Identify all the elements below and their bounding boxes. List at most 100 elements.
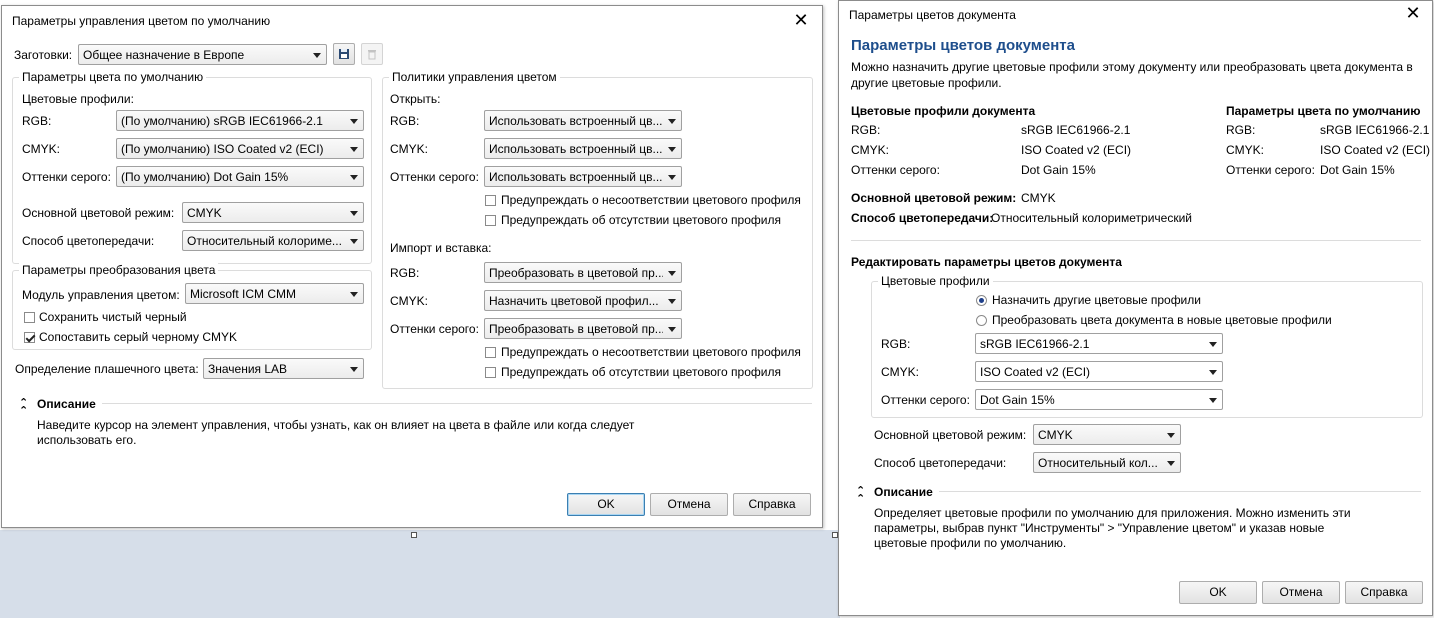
cmyk-profile-select[interactable]: (По умолчанию) ISO Coated v2 (ECI) [116, 138, 364, 159]
page-heading: Параметры цветов документа [851, 37, 1075, 54]
edit-cmyk-label: CMYK: [881, 365, 920, 379]
open-warn-missing-checkbox[interactable] [485, 215, 496, 226]
divider [939, 491, 1421, 492]
open-rgb-policy-select[interactable]: Использовать встроенный цв... [484, 110, 682, 131]
default-cmyk-value: ISO Coated v2 (ECI) [1320, 143, 1431, 157]
default-gray-label: Оттенки серого: [1226, 163, 1315, 177]
description-title: Описание [874, 485, 933, 499]
ok-button[interactable]: OK [567, 493, 645, 516]
open-gray-label: Оттенки серого: [390, 170, 479, 184]
default-params-title: Параметры цвета по умолчанию [1226, 104, 1421, 118]
delete-preset-button[interactable] [361, 43, 383, 65]
save-icon [339, 49, 349, 59]
chevron-down-icon [668, 327, 676, 332]
assign-profiles-radio[interactable] [976, 295, 987, 306]
description-text-line2: использовать его. [37, 433, 137, 447]
open-warn-mismatch-checkbox[interactable] [485, 195, 496, 206]
import-warn-mismatch-label: Предупреждать о несоответствии цветового… [501, 345, 801, 359]
background-workspace [0, 530, 840, 618]
main-color-mode-label: Основной цветовой режим: [22, 206, 175, 220]
import-warn-missing-label: Предупреждать об отсутствии цветового пр… [501, 365, 781, 379]
import-gray-policy-select[interactable]: Преобразовать в цветовой пр... [484, 318, 682, 339]
edit-cmyk-select[interactable]: ISO Coated v2 (ECI) [975, 361, 1223, 382]
open-cmyk-policy-value: Использовать встроенный цв... [489, 142, 663, 156]
chevron-down-icon [313, 53, 321, 58]
spot-color-select[interactable]: Значения LAB [203, 358, 364, 379]
description-text-line1: Определяет цветовые профили по умолчанию… [874, 506, 1351, 520]
edit-gray-value: Dot Gain 15% [980, 393, 1055, 407]
edit-rgb-label: RGB: [881, 337, 911, 351]
chevron-down-icon [350, 147, 358, 152]
import-rgb-policy-value: Преобразовать в цветовой пр... [489, 266, 663, 280]
chevron-down-icon [668, 271, 676, 276]
collapse-icon[interactable]: ⌃ ⌃ [19, 398, 28, 417]
rendering-intent-label: Способ цветопередачи: [851, 211, 994, 225]
chevron-down-icon [1209, 342, 1217, 347]
cmm-select[interactable]: Microsoft ICM CMM [185, 283, 364, 304]
grayscale-label: Оттенки серого: [22, 170, 111, 184]
close-icon[interactable]: ✕ [1402, 3, 1424, 25]
convert-profiles-radio[interactable] [976, 315, 987, 326]
doc-gray-value: Dot Gain 15% [1021, 163, 1096, 177]
cmyk-label: CMYK: [22, 142, 61, 156]
open-rgb-policy-value: Использовать встроенный цв... [489, 114, 663, 128]
chevron-down-icon [668, 119, 676, 124]
keep-pure-black-checkbox[interactable] [24, 312, 35, 323]
import-rgb-policy-select[interactable]: Преобразовать в цветовой пр... [484, 262, 682, 283]
cmyk-profile-value: (По умолчанию) ISO Coated v2 (ECI) [121, 142, 324, 156]
import-warn-missing-checkbox[interactable] [485, 367, 496, 378]
assign-profiles-label: Назначить другие цветовые профили [992, 293, 1201, 307]
cancel-button[interactable]: Отмена [650, 493, 728, 516]
cancel-button[interactable]: Отмена [1262, 581, 1340, 604]
cmm-value: Microsoft ICM CMM [190, 287, 296, 301]
divider [851, 240, 1421, 241]
intro-text-line2: другие цветовые профили. [851, 76, 1002, 90]
doc-gray-label: Оттенки серого: [851, 163, 940, 177]
ok-button[interactable]: OK [1179, 581, 1257, 604]
default-rgb-label: RGB: [1226, 123, 1256, 137]
rgb-profile-value: (По умолчанию) sRGB IEC61966-2.1 [121, 114, 323, 128]
edit-intent-select[interactable]: Относительный кол... [1033, 452, 1181, 473]
open-cmyk-policy-select[interactable]: Использовать встроенный цв... [484, 138, 682, 159]
chevron-down-icon [350, 119, 358, 124]
collapse-icon[interactable]: ⌃ ⌃ [856, 486, 865, 505]
edit-gray-select[interactable]: Dot Gain 15% [975, 389, 1223, 410]
chevron-down-icon [668, 175, 676, 180]
preset-label: Заготовки: [14, 48, 73, 62]
default-rgb-value: sRGB IEC61966-2.1 [1320, 123, 1430, 137]
open-label: Открыть: [390, 92, 441, 106]
dialog-title: Параметры цветов документа [849, 8, 1016, 22]
import-cmyk-label: CMYK: [390, 294, 429, 308]
default-cmyk-label: CMYK: [1226, 143, 1265, 157]
save-preset-button[interactable] [333, 43, 355, 65]
description-text-line1: Наведите курсор на элемент управления, ч… [37, 418, 635, 432]
rendering-intent-select[interactable]: Относительный колориме... [182, 230, 364, 251]
doc-rgb-value: sRGB IEC61966-2.1 [1021, 123, 1131, 137]
grayscale-profile-select[interactable]: (По умолчанию) Dot Gain 15% [116, 166, 364, 187]
main-color-mode-select[interactable]: CMYK [182, 202, 364, 223]
map-gray-to-black-checkbox[interactable] [24, 332, 35, 343]
doc-rgb-label: RGB: [851, 123, 881, 137]
resize-handle[interactable] [411, 532, 417, 538]
edit-rgb-value: sRGB IEC61966-2.1 [980, 337, 1090, 351]
close-icon[interactable]: ✕ [790, 10, 812, 32]
edit-rgb-select[interactable]: sRGB IEC61966-2.1 [975, 333, 1223, 354]
preset-value: Общее назначение в Европе [83, 48, 245, 62]
group-title: Цветовые профили [878, 274, 993, 288]
map-gray-to-black-label: Сопоставить серый черному CMYK [39, 330, 238, 344]
help-button[interactable]: Справка [733, 493, 811, 516]
import-warn-mismatch-checkbox[interactable] [485, 347, 496, 358]
edit-mode-select[interactable]: CMYK [1033, 424, 1181, 445]
import-cmyk-policy-select[interactable]: Назначить цветовой профил... [484, 290, 682, 311]
chevron-down-icon [1209, 370, 1217, 375]
rgb-profile-select[interactable]: (По умолчанию) sRGB IEC61966-2.1 [116, 110, 364, 131]
preset-select[interactable]: Общее назначение в Европе [78, 44, 327, 65]
trash-icon [368, 50, 376, 60]
open-cmyk-label: CMYK: [390, 142, 429, 156]
description-title: Описание [37, 397, 96, 411]
intro-text-line1: Можно назначить другие цветовые профили … [851, 60, 1413, 74]
edit-section-title: Редактировать параметры цветов документа [851, 255, 1122, 269]
open-gray-policy-select[interactable]: Использовать встроенный цв... [484, 166, 682, 187]
open-warn-missing-label: Предупреждать об отсутствии цветового пр… [501, 213, 781, 227]
help-button[interactable]: Справка [1345, 581, 1423, 604]
